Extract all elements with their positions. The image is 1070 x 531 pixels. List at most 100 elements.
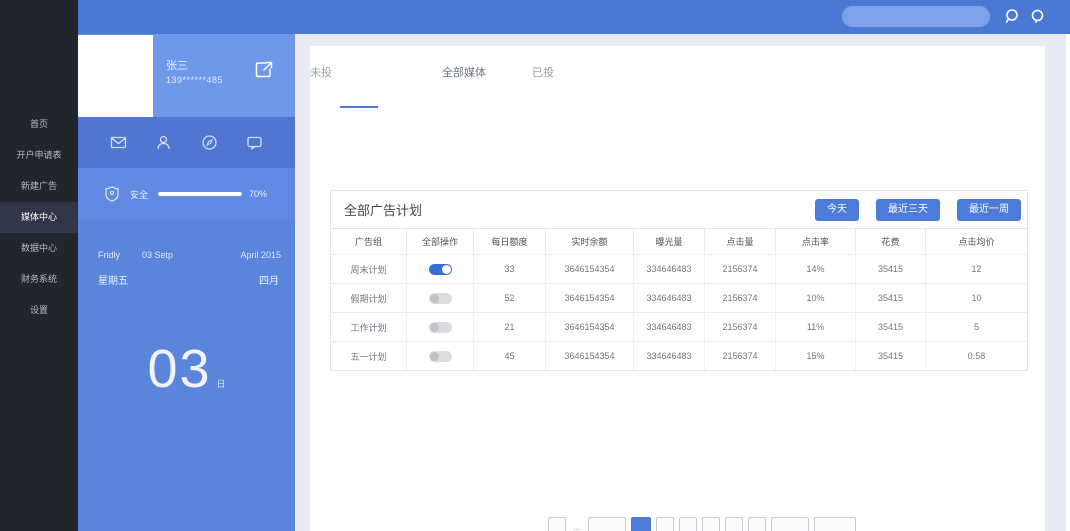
filter-button[interactable]: 今天 bbox=[815, 199, 859, 221]
table-header-cell: 点击率 bbox=[776, 229, 856, 254]
cell-ad-group: 周末计划 bbox=[331, 255, 407, 283]
pagination-item[interactable] bbox=[725, 517, 743, 531]
pagination: ... bbox=[548, 517, 856, 531]
tab-item[interactable]: 已投 bbox=[532, 64, 554, 80]
cell-impressions: 334646483 bbox=[634, 284, 705, 312]
day-suffix: 日 bbox=[217, 379, 226, 389]
cell-cost: 35415 bbox=[856, 342, 926, 370]
share-icon[interactable] bbox=[253, 59, 275, 81]
cell-ad-group: 五一计划 bbox=[331, 342, 407, 370]
date-en: 03 Setp bbox=[142, 250, 173, 260]
panel-header: 全部广告计划 今天最近三天最近一周 bbox=[331, 191, 1027, 229]
cell-ctr: 10% bbox=[776, 284, 856, 312]
user-icon[interactable] bbox=[155, 134, 172, 151]
sidebar-item[interactable]: 新建广告 bbox=[0, 171, 78, 202]
sidebar-item[interactable]: 数据中心 bbox=[0, 233, 78, 264]
pagination-item[interactable] bbox=[631, 517, 651, 531]
main-card: 全部媒体 已投 未投 全部广告计划 今天最近三天最近一周 广告组全部操作每日额度实时… bbox=[310, 46, 1045, 531]
toggle-knob bbox=[430, 352, 439, 361]
month-year-en: April 2015 bbox=[240, 250, 281, 260]
pagination-item[interactable] bbox=[588, 517, 626, 531]
pagination-item[interactable] bbox=[748, 517, 766, 531]
pagination-item[interactable]: ... bbox=[571, 517, 583, 531]
mail-icon[interactable] bbox=[110, 134, 127, 151]
cell-toggle bbox=[407, 342, 474, 370]
table-header-cell: 广告组 bbox=[331, 229, 407, 254]
day-number: 03日 bbox=[78, 338, 295, 400]
sidebar-menu: 首页开户申请表新建广告媒体中心数据中心财务系统设置 bbox=[0, 109, 78, 326]
panel-title: 全部广告计划 bbox=[344, 200, 422, 219]
right-edge-strip bbox=[1066, 34, 1070, 531]
notification-icon[interactable] bbox=[1029, 8, 1046, 25]
pagination-item[interactable] bbox=[771, 517, 809, 531]
cell-cost: 35415 bbox=[856, 284, 926, 312]
cell-cost: 35415 bbox=[856, 255, 926, 283]
cell-cost: 35415 bbox=[856, 313, 926, 341]
table-header-cell: 每日额度 bbox=[474, 229, 546, 254]
media-tabs: 全部媒体 已投 未投 bbox=[310, 46, 1045, 116]
filter-button[interactable]: 最近一周 bbox=[957, 199, 1021, 221]
user-phone: 139******485 bbox=[166, 75, 223, 85]
cell-avg-price: 12 bbox=[926, 255, 1027, 283]
cell-impressions: 334646483 bbox=[634, 255, 705, 283]
table-header-cell: 全部操作 bbox=[407, 229, 474, 254]
table-row: 假期计划 52 3646154354 334646483 2156374 10%… bbox=[331, 283, 1027, 312]
cell-avg-price: 5 bbox=[926, 313, 1027, 341]
toggle-switch[interactable] bbox=[429, 264, 452, 275]
pagination-item[interactable] bbox=[656, 517, 674, 531]
sidebar: 首页开户申请表新建广告媒体中心数据中心财务系统设置 bbox=[0, 0, 78, 531]
table-row: 周末计划 33 3646154354 334646483 2156374 14%… bbox=[331, 254, 1027, 283]
pagination-item[interactable] bbox=[702, 517, 720, 531]
search-icon[interactable] bbox=[1004, 8, 1021, 25]
cell-daily-quota: 33 bbox=[474, 255, 546, 283]
table-row: 五一计划 45 3646154354 334646483 2156374 15%… bbox=[331, 341, 1027, 370]
filter-button[interactable]: 最近三天 bbox=[876, 199, 940, 221]
sidebar-item[interactable]: 首页 bbox=[0, 109, 78, 140]
cell-avg-price: 10 bbox=[926, 284, 1027, 312]
cell-ctr: 15% bbox=[776, 342, 856, 370]
toggle-knob bbox=[430, 323, 439, 332]
chat-icon[interactable] bbox=[246, 134, 263, 151]
toggle-switch[interactable] bbox=[429, 293, 452, 304]
cell-ad-group: 工作计划 bbox=[331, 313, 407, 341]
shield-icon bbox=[105, 186, 119, 202]
sidebar-item[interactable]: 开户申请表 bbox=[0, 140, 78, 171]
tab-item[interactable]: 未投 bbox=[310, 64, 332, 80]
avatar bbox=[78, 35, 153, 117]
cell-clicks: 2156374 bbox=[705, 255, 776, 283]
pagination-item[interactable] bbox=[679, 517, 697, 531]
table-row: 工作计划 21 3646154354 334646483 2156374 11%… bbox=[331, 312, 1027, 341]
cell-balance: 3646154354 bbox=[546, 342, 634, 370]
tab-item[interactable]: 全部媒体 bbox=[442, 64, 486, 80]
cell-daily-quota: 21 bbox=[474, 313, 546, 341]
security-row: 安全 70% bbox=[78, 168, 295, 220]
search-input[interactable] bbox=[842, 6, 990, 27]
cell-balance: 3646154354 bbox=[546, 313, 634, 341]
cell-ad-group: 假期计划 bbox=[331, 284, 407, 312]
sidebar-item[interactable]: 媒体中心 bbox=[0, 202, 78, 233]
toggle-switch[interactable] bbox=[429, 322, 452, 333]
table-header-row: 广告组全部操作每日额度实时余额曝光量点击量点击率花费点击均价 bbox=[331, 229, 1027, 254]
cell-balance: 3646154354 bbox=[546, 284, 634, 312]
table-header-cell: 花费 bbox=[856, 229, 926, 254]
active-tab-underline bbox=[340, 106, 378, 108]
cell-impressions: 334646483 bbox=[634, 313, 705, 341]
compass-icon[interactable] bbox=[201, 134, 218, 151]
cell-clicks: 2156374 bbox=[705, 313, 776, 341]
table-body: 周末计划 33 3646154354 334646483 2156374 14%… bbox=[331, 254, 1027, 370]
sidebar-item[interactable]: 财务系统 bbox=[0, 264, 78, 295]
pagination-item[interactable] bbox=[814, 517, 856, 531]
pagination-item[interactable] bbox=[548, 517, 566, 531]
cell-toggle bbox=[407, 313, 474, 341]
cell-daily-quota: 52 bbox=[474, 284, 546, 312]
toggle-switch[interactable] bbox=[429, 351, 452, 362]
ad-plan-panel: 全部广告计划 今天最近三天最近一周 广告组全部操作每日额度实时余额曝光量点击量点… bbox=[330, 190, 1028, 371]
table-header-cell: 点击均价 bbox=[926, 229, 1027, 254]
user-name: 张三 bbox=[166, 57, 188, 73]
cell-clicks: 2156374 bbox=[705, 342, 776, 370]
user-panel: 张三 139******485 安全 70% F bbox=[78, 34, 295, 531]
table-header-cell: 点击量 bbox=[705, 229, 776, 254]
table-header-cell: 实时余额 bbox=[546, 229, 634, 254]
month-cn: 四月 bbox=[259, 272, 279, 287]
sidebar-item[interactable]: 设置 bbox=[0, 295, 78, 326]
